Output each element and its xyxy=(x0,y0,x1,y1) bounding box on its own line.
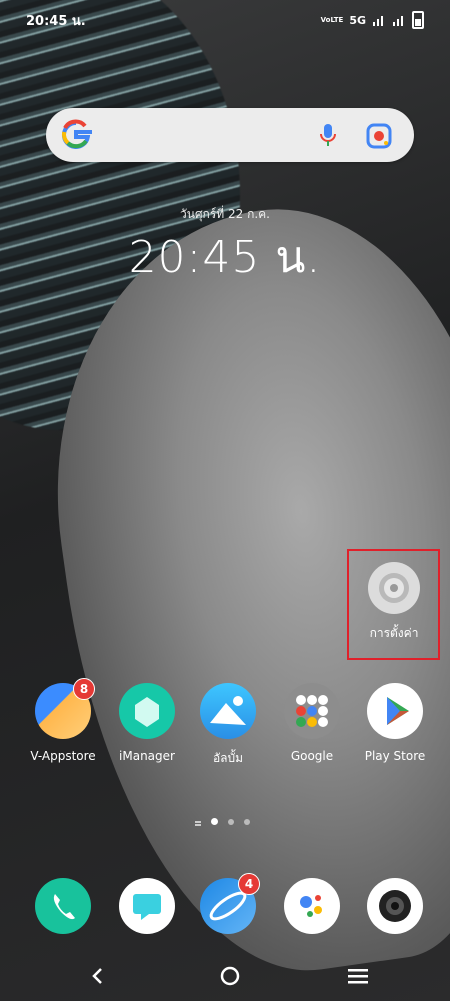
v-appstore-icon: 8 xyxy=(35,678,95,739)
dock-google-assistant[interactable] xyxy=(267,878,357,934)
page-dot-active xyxy=(211,818,218,825)
dock-messages[interactable] xyxy=(102,878,192,934)
phone-icon xyxy=(35,878,91,934)
google-g-icon xyxy=(62,119,92,149)
navigation-bar xyxy=(0,951,450,1001)
volte-indicator: VoLTE xyxy=(320,16,344,24)
clock-widget[interactable]: 20:45 น. xyxy=(0,222,450,292)
camera-lens-icon[interactable] xyxy=(364,121,394,151)
imanager-icon xyxy=(119,683,175,739)
status-time: 20:45 น. xyxy=(26,13,86,29)
signal-icon xyxy=(373,16,383,26)
status-bar: 20:45 น. VoLTE 5G xyxy=(0,0,450,40)
dock-phone[interactable] xyxy=(18,878,108,934)
notification-badge: 8 xyxy=(73,678,95,700)
camera-icon xyxy=(367,878,423,934)
network-type: 5G xyxy=(349,13,366,27)
app-play-store[interactable]: Play Store xyxy=(350,683,440,763)
page-indicator xyxy=(195,818,250,825)
app-label: V-Appstore xyxy=(30,749,96,763)
gear-icon xyxy=(368,562,420,614)
play-store-icon xyxy=(367,683,423,739)
app-label: iManager xyxy=(119,749,175,763)
menu-icon[interactable] xyxy=(338,959,378,993)
app-settings[interactable]: การตั้งค่า xyxy=(352,562,436,643)
dock-browser[interactable]: 4 xyxy=(183,873,273,934)
back-icon[interactable] xyxy=(78,959,118,993)
page-dot xyxy=(244,818,250,825)
google-assistant-icon xyxy=(284,878,340,934)
app-label: การตั้งค่า xyxy=(369,626,419,640)
home-icon[interactable] xyxy=(210,959,250,993)
google-search-bar[interactable] xyxy=(46,108,414,162)
browser-icon: 4 xyxy=(200,873,260,934)
app-google-folder[interactable]: Google xyxy=(267,683,357,763)
app-album[interactable]: อัลบั้ม xyxy=(183,683,273,768)
google-folder-icon xyxy=(284,683,340,739)
album-icon xyxy=(200,683,256,739)
page-dot xyxy=(228,818,234,825)
notification-badge: 4 xyxy=(238,873,260,895)
microphone-icon[interactable] xyxy=(314,121,342,149)
page-indicator-menu xyxy=(195,820,201,823)
messages-icon xyxy=(119,878,175,934)
status-icons: VoLTE 5G xyxy=(321,11,424,29)
signal-icon xyxy=(393,16,403,26)
battery-icon xyxy=(412,11,424,29)
app-v-appstore[interactable]: 8 V-Appstore xyxy=(18,678,108,763)
app-label: อัลบั้ม xyxy=(212,751,244,765)
dock-camera[interactable] xyxy=(350,878,440,934)
app-label: Google xyxy=(290,749,334,763)
app-label: Play Store xyxy=(364,749,426,763)
app-imanager[interactable]: iManager xyxy=(102,683,192,763)
